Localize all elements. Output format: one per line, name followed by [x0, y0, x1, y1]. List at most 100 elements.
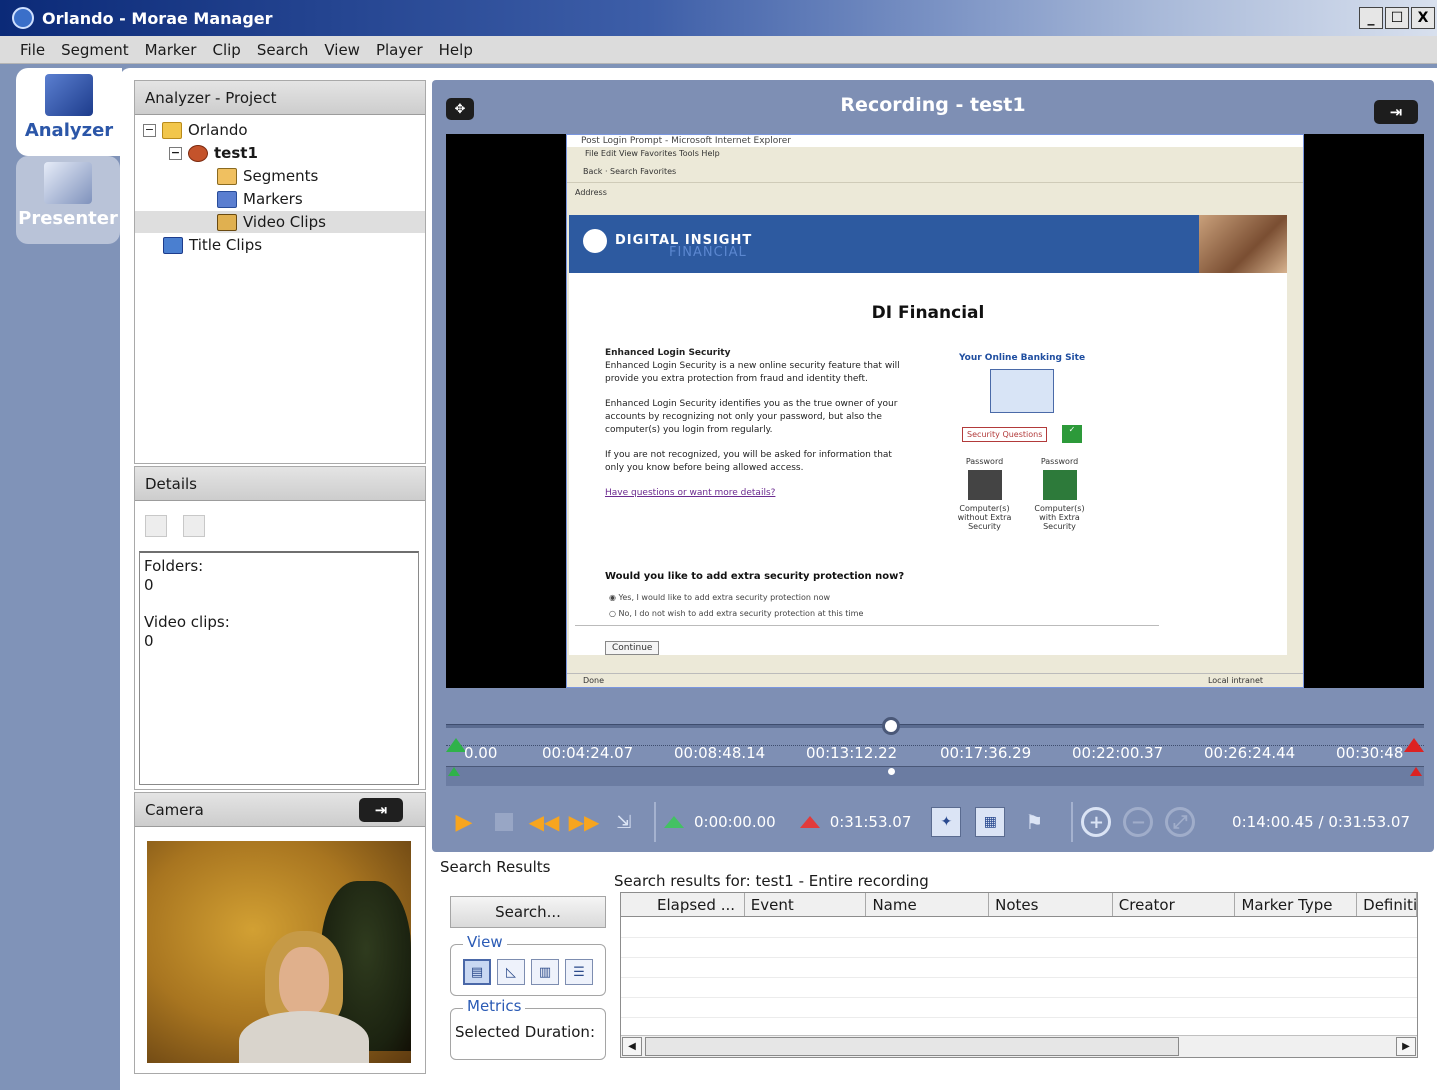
- tree-label-title-clips: Title Clips: [189, 236, 263, 254]
- tree-item-test1[interactable]: − test1: [169, 142, 258, 164]
- captured-option-no: ○ No, I do not wish to add extra securit…: [609, 609, 864, 618]
- close-button[interactable]: X: [1411, 7, 1435, 29]
- scroll-right-icon[interactable]: ▶: [1396, 1037, 1416, 1056]
- column-header-name[interactable]: Name: [866, 893, 990, 916]
- play-button[interactable]: ▶: [446, 804, 482, 840]
- bar-view-icon[interactable]: ▥: [531, 959, 559, 985]
- details-content: Folders: 0 Video clips: 0: [139, 551, 419, 785]
- column-header-elapsed[interactable]: Elapsed ...: [621, 893, 745, 916]
- captured-para-2: Enhanced Login Security identifies you a…: [605, 399, 898, 435]
- captured-heading: DI Financial: [871, 303, 985, 323]
- rewind-button[interactable]: ◀◀: [526, 804, 562, 840]
- selection-end-icon[interactable]: [799, 816, 820, 828]
- toolbar-separator: [1071, 802, 1074, 842]
- menu-segment[interactable]: Segment: [53, 41, 137, 59]
- summary-view-icon[interactable]: ☰: [565, 959, 593, 985]
- scroll-thumb[interactable]: [645, 1037, 1179, 1056]
- menu-help[interactable]: Help: [431, 41, 481, 59]
- timeline[interactable]: 0.00 00:04:24.07 00:08:48.14 00:13:12.22…: [446, 716, 1424, 796]
- zoom-in-icon[interactable]: +: [1081, 807, 1112, 837]
- copy-icon[interactable]: [145, 515, 167, 537]
- analyzer-label: Analyzer: [24, 120, 114, 141]
- recording-video[interactable]: Post Login Prompt - Microsoft Internet E…: [446, 134, 1424, 688]
- diagram-computer-without: Computer(s) without Extra Security: [957, 504, 1012, 531]
- diagram-computer-with: Computer(s) with Extra Security: [1034, 504, 1085, 531]
- menu-clip[interactable]: Clip: [204, 41, 248, 59]
- search-results-panel: Search Results Search results for: test1…: [432, 854, 1434, 1086]
- collapse-icon[interactable]: −: [169, 146, 182, 160]
- tree-label-video-clips: Video Clips: [243, 213, 326, 231]
- stop-button[interactable]: [486, 804, 522, 840]
- search-results-label: Search Results: [440, 858, 551, 876]
- player-controls: ▶ ◀◀ ▶▶ ⇲ 0:00:00.00 0:31:53.07 ✦ ▦ ⚑ + …: [446, 796, 1424, 848]
- segments-icon: [217, 167, 237, 185]
- video-clips-value: 0: [144, 632, 154, 650]
- column-header-creator[interactable]: Creator: [1113, 893, 1236, 916]
- tree-item-title-clips[interactable]: Title Clips: [163, 234, 262, 256]
- column-header-definition[interactable]: Definiti: [1357, 893, 1417, 916]
- selection-start-icon[interactable]: [664, 816, 684, 828]
- camera-panel-header: Camera ⇥: [135, 793, 425, 827]
- captured-menu: File Edit View Favorites Tools Help: [585, 149, 720, 158]
- graph-view-icon[interactable]: ◺: [497, 959, 525, 985]
- tree-item-markers[interactable]: Markers: [217, 188, 303, 210]
- table-view-icon[interactable]: ▤: [463, 959, 491, 985]
- tree-item-orlando[interactable]: − Orlando: [143, 119, 248, 141]
- menu-file[interactable]: File: [12, 41, 53, 59]
- analyzer-icon: [45, 74, 93, 116]
- maximize-button[interactable]: ☐: [1385, 7, 1409, 29]
- captured-page: DIGITAL INSIGHT FINANCIAL DI Financial E…: [569, 215, 1287, 655]
- captured-banner: DIGITAL INSIGHT FINANCIAL: [569, 215, 1287, 273]
- column-header-notes[interactable]: Notes: [989, 893, 1113, 916]
- column-label: Elapsed ...: [657, 896, 735, 914]
- search-button[interactable]: Search...: [450, 896, 606, 928]
- minimize-button[interactable]: _: [1359, 7, 1383, 29]
- go-to-marker-button[interactable]: ⇲: [606, 804, 642, 840]
- tree-item-segments[interactable]: Segments: [217, 165, 318, 187]
- tree-item-video-clips[interactable]: Video Clips: [135, 211, 425, 233]
- diagram-screen: [990, 369, 1054, 413]
- column-header-marker-type[interactable]: Marker Type: [1235, 893, 1358, 916]
- zoom-out-icon[interactable]: −: [1123, 807, 1154, 837]
- camera-detach-button[interactable]: ⇥: [359, 798, 403, 822]
- playhead-handle[interactable]: [881, 717, 900, 735]
- new-segment-icon[interactable]: ✦: [931, 807, 962, 837]
- fast-forward-button[interactable]: ▶▶: [566, 804, 602, 840]
- scroll-left-icon[interactable]: ◀: [622, 1037, 642, 1056]
- segment-start-icon: [448, 767, 460, 776]
- search-results-table: Elapsed ... Event Name Notes Creator Mar…: [620, 892, 1418, 1058]
- end-marker-icon[interactable]: [1404, 738, 1424, 752]
- column-header-event[interactable]: Event: [745, 893, 867, 916]
- menu-view[interactable]: View: [316, 41, 368, 59]
- search-results-for: Search results for: test1 - Entire recor…: [614, 872, 929, 890]
- captured-para-3: If you are not recognized, you will be a…: [605, 450, 892, 473]
- timeline-bar[interactable]: [446, 724, 1424, 728]
- collapse-icon[interactable]: −: [143, 123, 156, 137]
- new-marker-flag-icon[interactable]: ⚑: [1019, 807, 1049, 837]
- captured-window-title: Post Login Prompt - Microsoft Internet E…: [567, 135, 1303, 147]
- analyzer-mode-button[interactable]: Analyzer: [16, 68, 122, 156]
- project-panel-header: Analyzer - Project: [135, 81, 425, 115]
- horizontal-scrollbar[interactable]: ◀ ▶: [621, 1035, 1417, 1057]
- menu-marker[interactable]: Marker: [137, 41, 205, 59]
- column-label: Notes: [995, 896, 1039, 914]
- segment-track[interactable]: [446, 766, 1424, 786]
- table-body: [621, 918, 1417, 1034]
- details-panel: Details Folders: 0 Video clips: 0: [134, 466, 426, 790]
- new-clip-icon[interactable]: ▦: [975, 807, 1006, 837]
- tick-label: 00:17:36.29: [940, 744, 1032, 762]
- captured-toolbar: Back · Search Favorites: [567, 161, 1303, 183]
- menu-player[interactable]: Player: [368, 41, 431, 59]
- mode-rail: Analyzer Presenter: [10, 64, 122, 1090]
- presenter-mode-button[interactable]: Presenter: [16, 156, 120, 244]
- captured-section-title: Enhanced Login Security: [605, 348, 731, 358]
- start-marker-icon[interactable]: [446, 738, 466, 752]
- diagram-title: Your Online Banking Site: [958, 353, 1086, 363]
- zoom-fit-icon[interactable]: ⤢: [1165, 807, 1196, 837]
- menu-search[interactable]: Search: [249, 41, 317, 59]
- details-toolbar: [145, 515, 205, 537]
- edit-icon[interactable]: [183, 515, 205, 537]
- recording-detach-button[interactable]: ⇥: [1374, 100, 1418, 124]
- folders-value: 0: [144, 576, 154, 594]
- stop-icon: [495, 813, 513, 831]
